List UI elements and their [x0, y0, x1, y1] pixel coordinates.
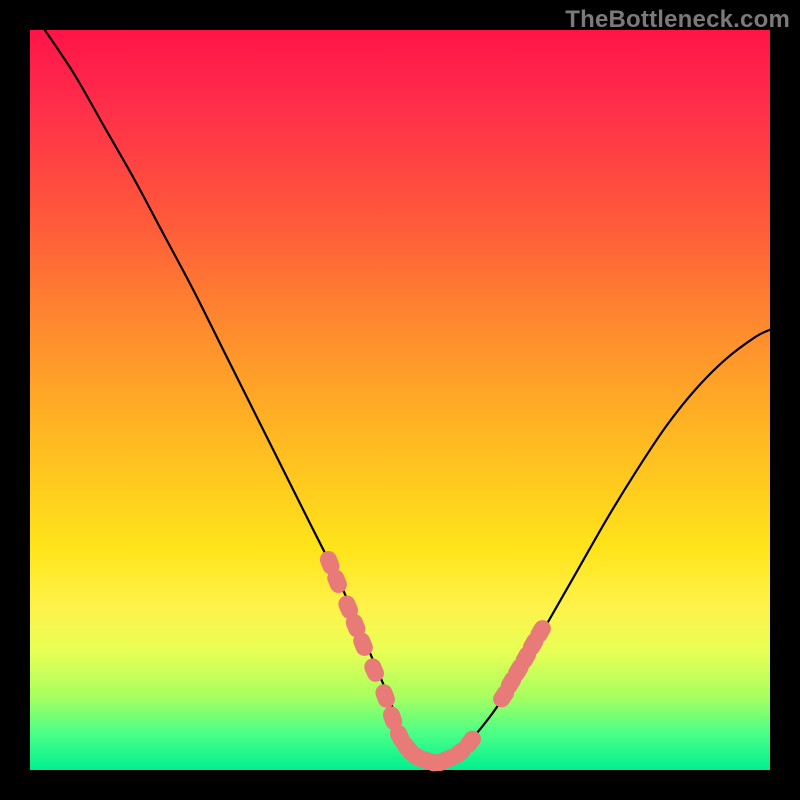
chart-viewport: TheBottleneck.com — [0, 0, 800, 800]
watermark-text: TheBottleneck.com — [565, 6, 790, 34]
data-marker — [373, 682, 397, 711]
chart-svg — [30, 30, 770, 770]
marker-group — [317, 549, 554, 773]
plot-gradient-area — [30, 30, 770, 770]
bottleneck-curve — [45, 30, 770, 763]
data-marker — [362, 656, 387, 685]
